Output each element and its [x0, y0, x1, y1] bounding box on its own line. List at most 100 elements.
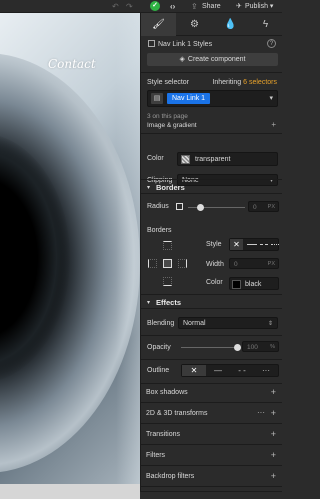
transitions-label: Transitions	[146, 431, 180, 438]
outline-style-toggle[interactable]: ✕ — - - ···	[181, 364, 279, 377]
background-color-field[interactable]: transparent	[177, 152, 278, 166]
box-shadows-row[interactable]: Box shadows +	[140, 383, 282, 403]
tab-color[interactable]: 💧	[213, 13, 248, 36]
radius-unit: PX	[267, 204, 275, 210]
nav-link-contact[interactable]: Contact	[48, 57, 96, 71]
blending-value: Normal	[183, 320, 206, 327]
backdrop-filters-row[interactable]: Backdrop filters +	[140, 467, 282, 487]
color-value: transparent	[195, 156, 231, 163]
filters-label: Filters	[146, 452, 166, 459]
border-color-value: black	[245, 281, 262, 288]
opacity-slider-track[interactable]	[181, 347, 237, 348]
blending-label: Blending	[147, 320, 175, 327]
divider	[141, 133, 282, 134]
transforms-row[interactable]: 2D & 3D transforms ··· +	[140, 404, 282, 424]
panel-tabs: 🖌 ⚙ 💧 ϟ	[141, 13, 282, 36]
caret-down-icon: ▾	[147, 300, 151, 306]
selection-title-text: Nav Link 1 Styles	[158, 41, 213, 48]
black-swatch	[232, 280, 241, 289]
blending-select[interactable]: Normal ⇕	[178, 317, 278, 329]
create-component-button[interactable]: ◈ Create component	[147, 53, 278, 66]
transforms-label: 2D & 3D transforms	[146, 410, 208, 417]
add-image-gradient-icon[interactable]: +	[271, 120, 276, 129]
gear-icon: ⚙	[190, 19, 199, 30]
style-selector-field[interactable]: ▤ Nav Link 1 ▾	[147, 90, 278, 107]
add-transition-icon[interactable]: +	[271, 429, 276, 439]
tab-settings[interactable]: ⚙	[177, 13, 212, 36]
add-transform-icon[interactable]: +	[271, 408, 276, 418]
radius-input[interactable]: 0 PX	[248, 201, 279, 212]
dotted-outline-icon[interactable]: ···	[254, 365, 278, 376]
effects-section-title: Effects	[156, 298, 182, 307]
chevron-down-icon[interactable]: ▾	[269, 94, 273, 102]
dotted-line-icon[interactable]	[271, 244, 279, 245]
publish-label: Publish ▾	[245, 3, 274, 10]
style-label: Style	[206, 241, 222, 248]
status-check-icon[interactable]: ✓	[150, 1, 160, 11]
border-right-button[interactable]	[178, 259, 187, 268]
canvas-image-shade	[116, 13, 140, 484]
more-icon[interactable]: ···	[257, 408, 265, 417]
top-toolbar: ↶ ↷ ✓ ‹› ⇪ Share ✈ Publish ▾	[0, 0, 282, 13]
share-button[interactable]: Share	[202, 3, 221, 10]
add-backdrop-filter-icon[interactable]: +	[271, 471, 276, 481]
brush-icon: 🖌	[152, 19, 165, 30]
help-icon[interactable]: ?	[267, 39, 276, 48]
radius-corners-icon[interactable]	[176, 203, 183, 210]
color-label: Color	[147, 155, 164, 162]
border-color-label: Color	[206, 279, 223, 286]
inheriting-prefix: Inheriting	[212, 79, 244, 86]
opacity-input[interactable]: 100 %	[242, 341, 279, 352]
filters-row[interactable]: Filters +	[140, 446, 282, 466]
dashed-line-icon[interactable]	[260, 244, 268, 245]
inheriting-count[interactable]: 6 selectors	[243, 79, 277, 86]
transitions-row[interactable]: Transitions +	[140, 425, 282, 445]
dashed-outline-icon[interactable]: - -	[230, 365, 254, 376]
divider	[141, 72, 282, 73]
borders-section-title: Borders	[156, 183, 185, 192]
design-canvas[interactable]: Contact	[0, 13, 140, 484]
border-color-field[interactable]: black	[229, 277, 279, 290]
border-width-input[interactable]: 0 PX	[229, 258, 279, 269]
close-icon[interactable]: ✕	[182, 365, 206, 376]
lightning-icon: ϟ	[262, 19, 269, 30]
divider	[141, 335, 282, 336]
backdrop-filters-label: Backdrop filters	[146, 473, 195, 480]
border-width-value: 0	[234, 261, 238, 268]
redo-icon[interactable]: ↷	[126, 2, 133, 11]
transparent-swatch	[181, 155, 190, 164]
style-selector-label: Style selector	[147, 79, 190, 86]
border-top-button[interactable]	[163, 241, 172, 250]
tab-interactions[interactable]: ϟ	[248, 13, 282, 36]
add-filter-icon[interactable]: +	[271, 450, 276, 460]
tab-style[interactable]: 🖌	[141, 13, 176, 36]
effects-section-header[interactable]: ▾ Effects	[141, 294, 282, 309]
close-icon[interactable]: ✕	[230, 239, 243, 250]
selection-title: Nav Link 1 Styles	[148, 40, 212, 48]
opacity-label: Opacity	[147, 344, 171, 351]
solid-line-icon[interactable]	[247, 244, 257, 245]
outline-label: Outline	[147, 367, 170, 374]
border-width-unit: PX	[267, 261, 275, 267]
share-icon[interactable]: ⇪	[191, 2, 198, 11]
width-label: Width	[206, 261, 224, 268]
selector-chip[interactable]: Nav Link 1	[167, 93, 211, 104]
border-left-button[interactable]	[148, 259, 157, 268]
radius-slider-thumb[interactable]	[197, 204, 204, 211]
solid-outline-icon[interactable]: —	[206, 365, 230, 376]
code-icon[interactable]: ‹›	[170, 2, 175, 11]
inheriting-info[interactable]: Inheriting 6 selectors	[212, 79, 277, 86]
selector-menu-icon[interactable]: ▤	[151, 93, 163, 104]
borders-section-header[interactable]: ▾ Borders	[141, 179, 282, 194]
undo-icon[interactable]: ↶	[112, 2, 119, 11]
publish-button[interactable]: ✈ Publish ▾	[235, 1, 281, 12]
caret-down-icon: ▾	[147, 185, 151, 191]
border-bottom-button[interactable]	[163, 277, 172, 286]
add-box-shadow-icon[interactable]: +	[271, 387, 276, 397]
border-style-toggle[interactable]: ✕	[229, 238, 279, 251]
opacity-slider-thumb[interactable]	[234, 344, 241, 351]
border-all-button[interactable]	[163, 259, 172, 268]
element-icon	[148, 40, 155, 47]
opacity-unit: %	[270, 344, 275, 350]
create-component-label: Create component	[187, 56, 246, 63]
